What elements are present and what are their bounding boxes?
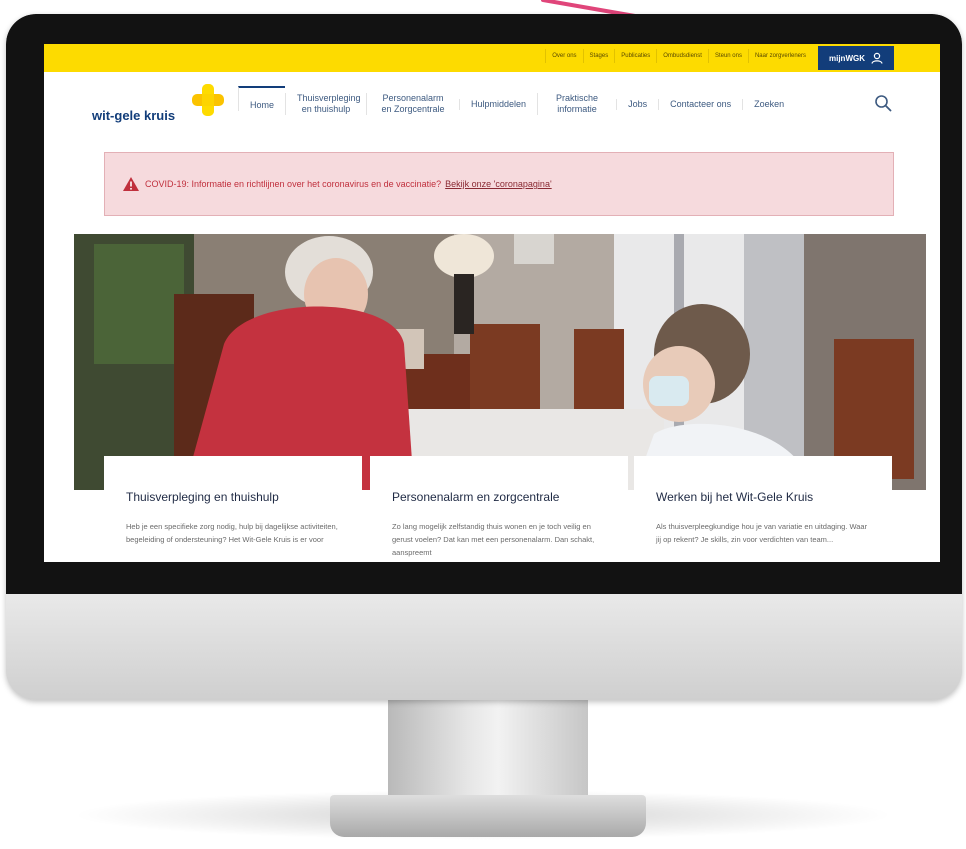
covid-alert: COVID-19: Informatie en richtlijnen over… — [104, 152, 894, 216]
utility-bar: Over ons Stages Publicaties Ombudsdienst… — [44, 44, 940, 72]
nav-item-hulpmiddelen[interactable]: Hulpmiddelen — [459, 98, 537, 110]
nav-item-praktische-informatie[interactable]: Praktische informatie — [537, 93, 616, 115]
search-icon[interactable] — [874, 94, 892, 112]
card-werken[interactable]: Werken bij het Wit-Gele Kruis Als thuisv… — [634, 456, 892, 562]
card-title: Personenalarm en zorgcentrale — [392, 490, 560, 504]
nav-items: Home Thuisverpleging en thuishulp Person… — [238, 72, 795, 136]
mijnwgk-button[interactable]: mijnWGK — [818, 46, 894, 70]
cross-logo-icon — [192, 84, 224, 116]
utility-link-zorgverleners[interactable]: Naar zorgverleners — [747, 49, 812, 63]
website-screen: Over ons Stages Publicaties Ombudsdienst… — [44, 44, 940, 562]
hero-photo — [74, 234, 926, 490]
nav-item-personenalarm[interactable]: Personenalarm en Zorgcentrale — [366, 93, 459, 115]
monitor-stand-base — [330, 795, 646, 837]
card-text: Als thuisverpleegkundige hou je van vari… — [656, 522, 868, 544]
logo-text[interactable]: wit-gele kruis — [92, 108, 175, 123]
mijnwgk-label: mijnWGK — [829, 53, 865, 63]
alert-text: COVID-19: Informatie en richtlijnen over… — [145, 179, 442, 189]
card-text: Heb je een specifieke zorg nodig, hulp b… — [126, 522, 338, 544]
coronapagina-link[interactable]: Bekijk onze 'coronapagina' — [445, 179, 552, 189]
user-icon — [871, 52, 883, 64]
utility-link-publicaties[interactable]: Publicaties — [614, 49, 656, 63]
main-navigation: wit-gele kruis Home Thuisverpleging en t… — [44, 72, 940, 136]
utility-link-steun-ons[interactable]: Steun ons — [707, 49, 748, 63]
card-personenalarm[interactable]: Personenalarm en zorgcentrale Zo lang mo… — [370, 456, 628, 562]
warning-icon — [123, 177, 139, 191]
card-title: Werken bij het Wit-Gele Kruis — [656, 490, 814, 504]
utility-link-ombudsdienst[interactable]: Ombudsdienst — [656, 49, 708, 63]
monitor-stand-neck — [388, 700, 588, 810]
nav-item-thuisverpleging[interactable]: Thuisverpleging en thuishulp — [285, 93, 366, 115]
card-text: Zo lang mogelijk zelfstandig thuis wonen… — [392, 522, 595, 557]
utility-links: Over ons Stages Publicaties Ombudsdienst… — [545, 49, 812, 63]
card-thuisverpleging[interactable]: Thuisverpleging en thuishulp Heb je een … — [104, 456, 362, 562]
utility-link-stages[interactable]: Stages — [582, 49, 615, 63]
monitor-chin — [6, 594, 962, 700]
card-title: Thuisverpleging en thuishulp — [126, 490, 279, 504]
nav-item-jobs[interactable]: Jobs — [616, 98, 658, 110]
nav-item-zoeken[interactable]: Zoeken — [742, 98, 795, 110]
utility-link-over-ons[interactable]: Over ons — [545, 49, 582, 63]
nav-item-home[interactable]: Home — [238, 85, 286, 111]
nav-item-contacteer-ons[interactable]: Contacteer ons — [658, 98, 742, 110]
